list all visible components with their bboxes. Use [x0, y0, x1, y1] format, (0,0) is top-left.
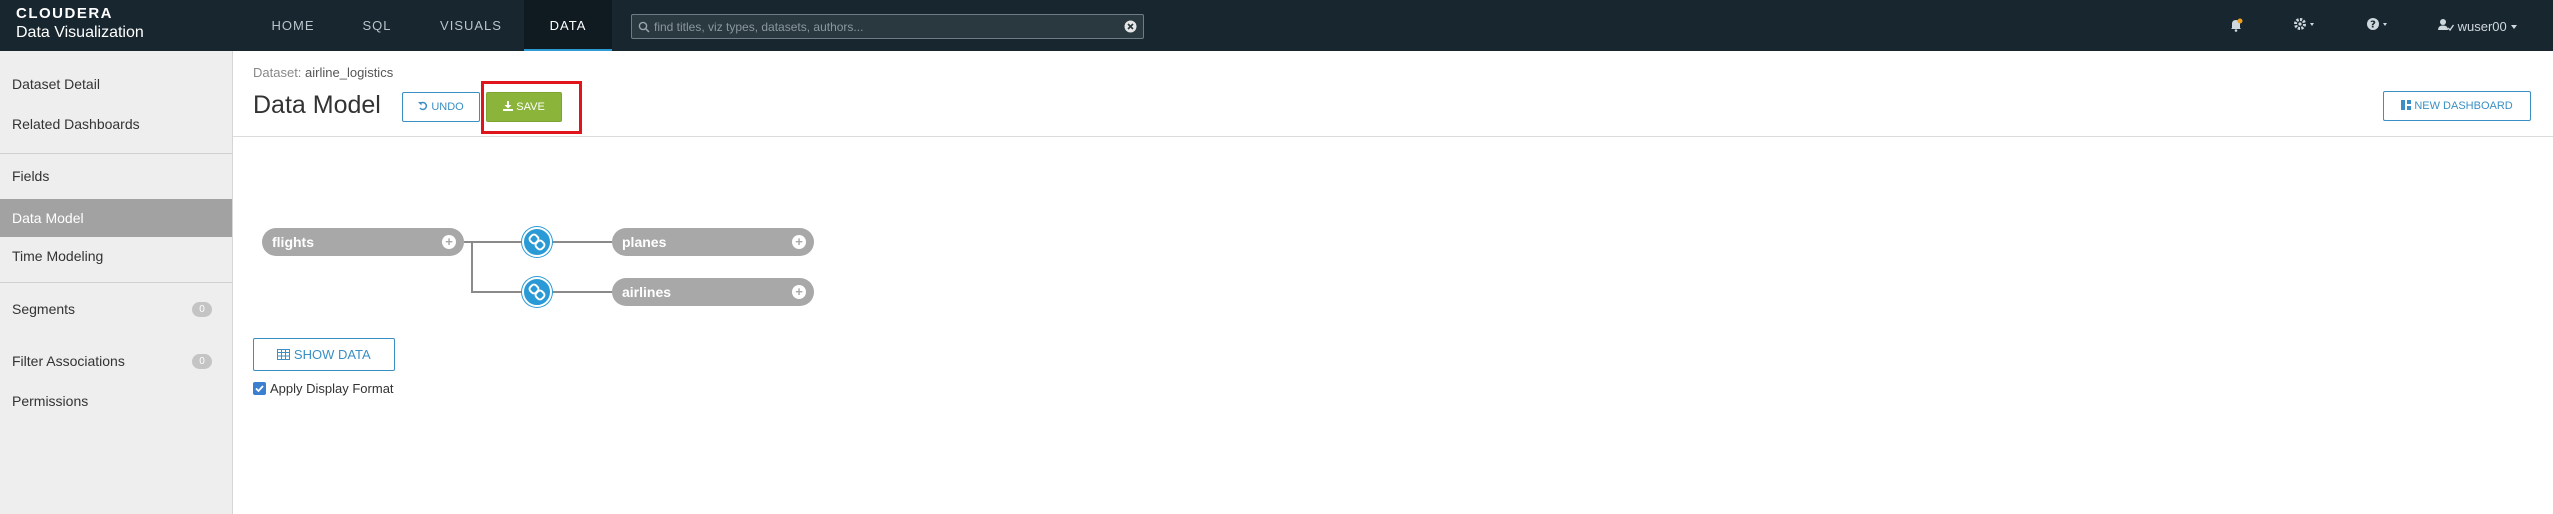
- sidebar-item-filter-associations[interactable]: Filter Associations 0: [0, 342, 232, 380]
- sidebar-item-label: Dataset Detail: [12, 76, 100, 92]
- sidebar-item-label: Fields: [12, 168, 50, 184]
- sidebar-item-label: Filter Associations: [12, 353, 125, 369]
- undo-icon: [418, 101, 431, 113]
- svg-text:?: ?: [2370, 20, 2376, 31]
- show-data-label: SHOW DATA: [293, 347, 371, 362]
- nav-tab-data[interactable]: DATA: [524, 0, 612, 51]
- nav-tab-visuals[interactable]: VISUALS: [429, 0, 513, 51]
- show-data-button[interactable]: SHOW DATA: [253, 338, 395, 371]
- nav-tab-home[interactable]: HOME: [255, 0, 331, 51]
- new-dashboard-label: NEW DASHBOARD: [2414, 100, 2513, 112]
- breadcrumb-dataset-name[interactable]: airline_logistics: [305, 65, 393, 80]
- new-dashboard-button[interactable]: NEW DASHBOARD: [2383, 91, 2531, 121]
- table-icon: [277, 347, 294, 362]
- table-name: airlines: [622, 284, 672, 300]
- sidebar-item-label: Permissions: [12, 393, 89, 409]
- table-name: flights: [272, 234, 314, 250]
- sidebar-item-dataset-detail[interactable]: Dataset Detail: [0, 65, 232, 103]
- apply-display-format-row: Apply Display Format: [253, 381, 394, 396]
- sidebar-item-fields[interactable]: Fields: [0, 157, 232, 195]
- dataset-sidebar: Dataset Detail Related Dashboards Fields…: [0, 51, 233, 514]
- undo-button[interactable]: UNDO: [402, 92, 480, 122]
- sidebar-item-data-model[interactable]: Data Model: [0, 199, 232, 237]
- breadcrumb-prefix: Dataset:: [253, 65, 302, 80]
- apply-display-format-label: Apply Display Format: [270, 381, 394, 396]
- add-join-icon[interactable]: +: [442, 235, 456, 249]
- chevron-down-icon: [2510, 19, 2518, 34]
- dashboard-icon: [2401, 100, 2414, 112]
- join-connector-line: [572, 291, 612, 293]
- search-icon: [638, 20, 650, 38]
- join-connector-line: [572, 241, 612, 243]
- user-icon: [2438, 19, 2458, 34]
- sidebar-item-segments[interactable]: Segments 0: [0, 290, 232, 328]
- table-node-joined[interactable]: airlines +: [612, 278, 814, 306]
- search-input[interactable]: [654, 15, 1114, 38]
- join-connector-line: [471, 241, 473, 293]
- save-highlight-box: [481, 81, 582, 134]
- nav-tab-sql[interactable]: SQL: [345, 0, 409, 51]
- sidebar-item-label: Related Dashboards: [12, 116, 140, 132]
- add-join-icon[interactable]: +: [792, 285, 806, 299]
- help-icon[interactable]: ?: [2366, 17, 2390, 34]
- user-menu[interactable]: wuser00: [2438, 18, 2518, 34]
- global-search: [631, 14, 1144, 39]
- add-join-icon[interactable]: +: [792, 235, 806, 249]
- table-node-primary[interactable]: flights +: [262, 228, 464, 256]
- product-name: Data Visualization: [16, 24, 144, 41]
- page-title: Data Model: [253, 91, 381, 119]
- apply-display-format-checkbox[interactable]: [253, 382, 266, 395]
- sidebar-item-label: Time Modeling: [12, 248, 104, 264]
- username: wuser00: [2457, 19, 2507, 34]
- clear-search-icon[interactable]: [1124, 20, 1137, 38]
- undo-label: UNDO: [431, 101, 464, 113]
- sidebar-item-permissions[interactable]: Permissions: [0, 382, 232, 420]
- table-name: planes: [622, 234, 667, 250]
- breadcrumb: Dataset: airline_logistics: [253, 65, 393, 80]
- join-connector-line: [464, 241, 572, 243]
- app-logo[interactable]: CLOUDERA Data Visualization: [16, 5, 236, 43]
- sidebar-divider: [0, 282, 232, 283]
- table-node-joined[interactable]: planes +: [612, 228, 814, 256]
- header-divider: [233, 136, 2553, 137]
- sidebar-divider: [0, 153, 232, 154]
- filter-associations-count-badge: 0: [192, 354, 212, 369]
- notifications-bell-icon[interactable]: [2228, 17, 2244, 36]
- sidebar-item-label: Data Model: [12, 210, 84, 226]
- sidebar-item-label: Segments: [12, 301, 76, 317]
- join-link-icon[interactable]: [522, 277, 552, 307]
- brand-name: CLOUDERA: [16, 5, 113, 22]
- top-navbar: CLOUDERA Data Visualization HOME SQL VIS…: [0, 0, 2553, 51]
- settings-gear-icon[interactable]: [2293, 17, 2317, 34]
- segments-count-badge: 0: [192, 302, 212, 317]
- sidebar-item-related-dashboards[interactable]: Related Dashboards: [0, 105, 232, 143]
- sidebar-item-time-modeling[interactable]: Time Modeling: [0, 237, 232, 275]
- join-link-icon[interactable]: [522, 227, 552, 257]
